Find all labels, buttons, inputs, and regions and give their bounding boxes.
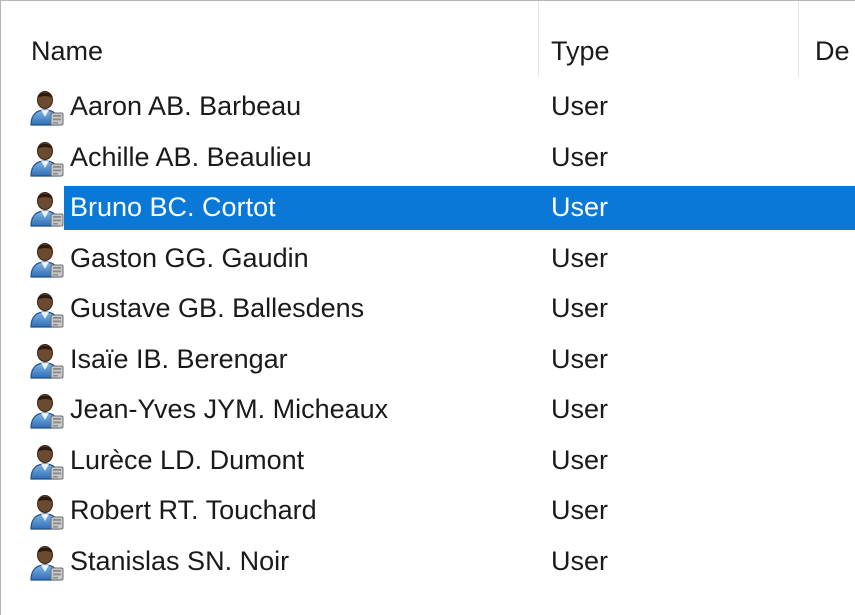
- item-name: Robert RT. Touchard: [70, 495, 317, 525]
- item-name: Bruno BC. Cortot: [70, 192, 276, 222]
- user-icon: [27, 542, 65, 582]
- item-type: User: [551, 343, 609, 374]
- user-icon: [27, 239, 65, 279]
- user-icon: [27, 441, 65, 481]
- list-item[interactable]: Jean-Yves JYM. Micheaux User: [1, 384, 855, 435]
- item-type: User: [551, 293, 609, 323]
- column-header-name[interactable]: Name: [1, 1, 539, 77]
- user-list-view[interactable]: Name Type De Aaron AB. Barbeau User Achi…: [0, 0, 855, 615]
- item-type: User: [551, 242, 609, 273]
- item-type: User: [551, 444, 609, 475]
- list-item[interactable]: Lurèce LD. Dumont User: [1, 435, 855, 486]
- user-icon: [27, 390, 65, 430]
- item-type: User: [551, 394, 609, 424]
- column-header-description[interactable]: De: [798, 1, 855, 77]
- item-name: Aaron AB. Barbeau: [70, 91, 302, 121]
- list-item[interactable]: Robert RT. Touchard User: [1, 485, 855, 536]
- item-name: Lurèce LD. Dumont: [70, 444, 305, 475]
- list-item[interactable]: Stanislas SN. Noir User: [1, 536, 855, 587]
- item-type: User: [551, 141, 609, 172]
- list-header: Name Type De: [1, 1, 855, 77]
- user-icon: [27, 491, 65, 531]
- item-name: Gustave GB. Ballesdens: [70, 293, 365, 323]
- item-name: Stanislas SN. Noir: [70, 545, 290, 576]
- column-header-type[interactable]: Type: [521, 1, 799, 77]
- item-name: Isaïe IB. Berengar: [70, 343, 288, 374]
- list-item[interactable]: Aaron AB. Barbeau User: [1, 81, 855, 132]
- item-type: User: [551, 192, 609, 222]
- list-item[interactable]: Achille AB. Beaulieu User: [1, 132, 855, 183]
- list-item[interactable]: Gustave GB. Ballesdens User: [1, 283, 855, 334]
- user-icon: [27, 138, 65, 178]
- item-name: Jean-Yves JYM. Micheaux: [70, 394, 389, 424]
- list-item[interactable]: Gaston GG. Gaudin User: [1, 233, 855, 284]
- list-body: Aaron AB. Barbeau User Achille AB. Beaul…: [1, 81, 855, 586]
- item-type: User: [551, 545, 609, 576]
- item-type: User: [551, 91, 609, 121]
- user-icon: [27, 289, 65, 329]
- user-icon: [27, 188, 65, 228]
- list-item[interactable]: Isaïe IB. Berengar User: [1, 334, 855, 385]
- item-name: Achille AB. Beaulieu: [70, 141, 312, 172]
- item-type: User: [551, 495, 609, 525]
- user-icon: [27, 87, 65, 127]
- item-name: Gaston GG. Gaudin: [70, 242, 309, 273]
- user-icon: [27, 340, 65, 380]
- list-item-selected[interactable]: Bruno BC. Cortot User: [1, 182, 855, 233]
